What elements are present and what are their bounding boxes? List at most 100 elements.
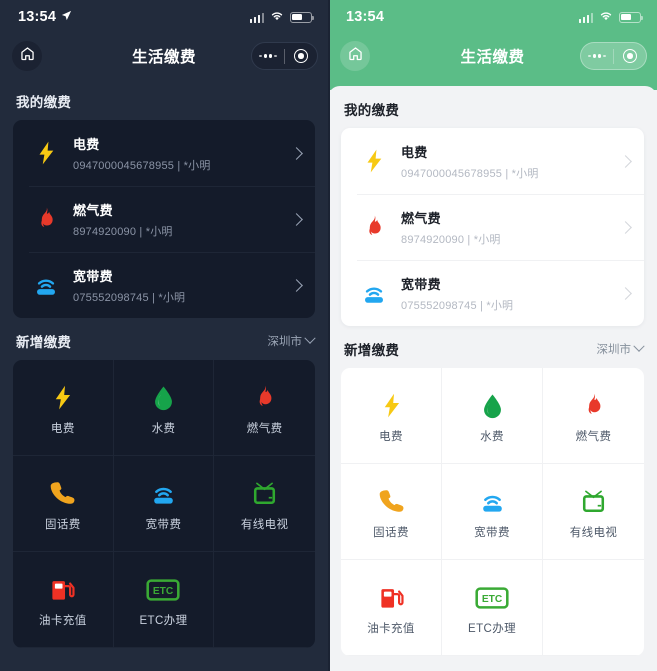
bill-row[interactable]: 燃气费 8974920090 | *小明: [341, 194, 644, 260]
service-cell-water[interactable]: 水费: [442, 368, 543, 464]
service-cell-phone[interactable]: 固话费: [341, 464, 442, 560]
service-cell-tv[interactable]: 有线电视: [543, 464, 644, 560]
home-button[interactable]: [340, 41, 370, 71]
bill-row[interactable]: 宽带费 075552098745 | *小明: [13, 252, 315, 318]
my-bills-card: 电费 0947000045678955 | *小明 燃气费 8974920090…: [13, 120, 315, 318]
telephone-icon: [51, 482, 75, 504]
service-icon: [150, 476, 177, 512]
bill-account: 075552098745 | *小明: [401, 299, 514, 312]
bill-icon: [357, 148, 391, 174]
wifi-icon: [599, 8, 613, 26]
service-label: 燃气费: [575, 430, 612, 443]
service-cell-empty: [214, 552, 315, 648]
signal-bars-icon: [249, 12, 264, 23]
service-icon: ETC: [475, 580, 509, 616]
city-selector[interactable]: 深圳市: [268, 332, 316, 349]
content-sheet: 我的缴费 电费 0947000045678955 | *小明 燃气费 89749…: [0, 78, 328, 671]
service-icon: [580, 388, 607, 424]
bill-account: 8974920090 | *小明: [401, 233, 501, 246]
status-clock: 13:54: [346, 9, 385, 25]
service-icon: [580, 484, 607, 520]
battery-icon: [619, 11, 644, 23]
chevron-right-icon[interactable]: [290, 278, 303, 292]
flame-icon: [41, 207, 53, 228]
svg-text:ETC: ETC: [482, 594, 503, 605]
chevron-down-icon: [304, 332, 316, 344]
service-label: 宽带费: [145, 518, 182, 531]
service-cell-water[interactable]: 水费: [113, 360, 215, 456]
fuel-pump-icon: [52, 581, 75, 600]
service-cell-empty: [543, 560, 644, 656]
service-label: 油卡充值: [39, 614, 87, 627]
more-menu-button[interactable]: [581, 42, 613, 70]
bill-row[interactable]: 宽带费 075552098745 | *小明: [341, 260, 644, 326]
router-wifi-icon: [37, 279, 55, 295]
service-cell-broadband[interactable]: 宽带费: [113, 456, 215, 552]
service-cell-broadband[interactable]: 宽带费: [442, 464, 543, 560]
home-icon: [20, 46, 35, 66]
bill-name: 燃气费: [73, 202, 113, 218]
close-miniprogram-button[interactable]: [285, 42, 317, 70]
bill-account: 8974920090 | *小明: [73, 225, 173, 238]
bill-name: 燃气费: [401, 210, 441, 226]
service-cell-phone[interactable]: 固话费: [13, 456, 114, 552]
bill-icon: [29, 140, 63, 166]
service-icon: [49, 380, 76, 416]
chevron-right-icon[interactable]: [290, 212, 303, 226]
bill-account: 0947000045678955 | *小明: [401, 167, 539, 180]
service-label: 水费: [480, 430, 504, 443]
my-bills-title: 我的缴费: [344, 103, 400, 118]
bill-row[interactable]: 电费 0947000045678955 | *小明: [341, 128, 644, 194]
service-cell-gas[interactable]: 燃气费: [543, 368, 644, 464]
bill-row[interactable]: 电费 0947000045678955 | *小明: [13, 120, 315, 186]
electricity-icon: [367, 149, 382, 173]
service-icon: [49, 572, 76, 608]
new-bills-header: 新增缴费 深圳市: [328, 326, 657, 368]
bill-account: 0947000045678955 | *小明: [73, 159, 211, 172]
city-selector[interactable]: 深圳市: [597, 340, 645, 357]
service-label: 宽带费: [474, 526, 510, 539]
battery-icon: [290, 11, 315, 23]
miniprogram-capsule[interactable]: [251, 42, 318, 70]
phone-panel-dark: 13:54 生活缴费 我的缴费 电费 0947000045678955 | *小…: [0, 0, 328, 671]
more-dots-icon: [258, 54, 278, 58]
miniprogram-capsule[interactable]: [580, 42, 647, 70]
close-miniprogram-button[interactable]: [614, 42, 646, 70]
nav-bar: 生活缴费: [0, 34, 328, 78]
bill-icon: [29, 272, 63, 298]
service-cell-fuel[interactable]: 油卡充值: [13, 552, 114, 648]
service-label: 燃气费: [246, 422, 283, 435]
service-cell-tv[interactable]: 有线电视: [214, 456, 315, 552]
etc-badge-icon: ETC: [146, 578, 181, 601]
more-dots-icon: [587, 54, 607, 58]
chevron-right-icon[interactable]: [619, 286, 632, 300]
more-menu-button[interactable]: [252, 42, 284, 70]
service-cell-electricity[interactable]: 电费: [13, 360, 114, 456]
service-cell-etc[interactable]: ETC ETC办理: [442, 560, 543, 656]
services-grid: 电费 水费 燃气费 固话费 宽带费 有线电视 油卡充值 ETC ETC办理: [13, 360, 315, 648]
chevron-right-icon[interactable]: [619, 220, 632, 234]
new-bills-header: 新增缴费 深圳市: [0, 318, 328, 360]
router-wifi-icon: [482, 495, 502, 512]
service-icon: [49, 476, 76, 512]
home-button[interactable]: [12, 41, 42, 71]
home-icon: [348, 46, 363, 66]
chevron-right-icon[interactable]: [619, 154, 632, 168]
bill-name: 宽带费: [401, 276, 441, 292]
service-cell-gas[interactable]: 燃气费: [214, 360, 315, 456]
bill-row[interactable]: 燃气费 8974920090 | *小明: [13, 186, 315, 252]
panel-divider: [328, 0, 330, 671]
service-icon: [251, 476, 278, 512]
service-cell-etc[interactable]: ETC ETC办理: [113, 552, 215, 648]
chevron-right-icon[interactable]: [290, 146, 303, 160]
my-bills-card: 电费 0947000045678955 | *小明 燃气费 8974920090…: [341, 128, 644, 326]
wifi-icon: [270, 8, 284, 26]
telephone-icon: [379, 490, 403, 512]
service-cell-fuel[interactable]: 油卡充值: [341, 560, 442, 656]
service-label: 固话费: [44, 518, 81, 531]
service-cell-electricity[interactable]: 电费: [341, 368, 442, 464]
service-icon: [251, 380, 278, 416]
service-icon: [150, 380, 177, 416]
location-arrow-icon: [61, 8, 72, 26]
status-bar: 13:54: [0, 0, 328, 34]
